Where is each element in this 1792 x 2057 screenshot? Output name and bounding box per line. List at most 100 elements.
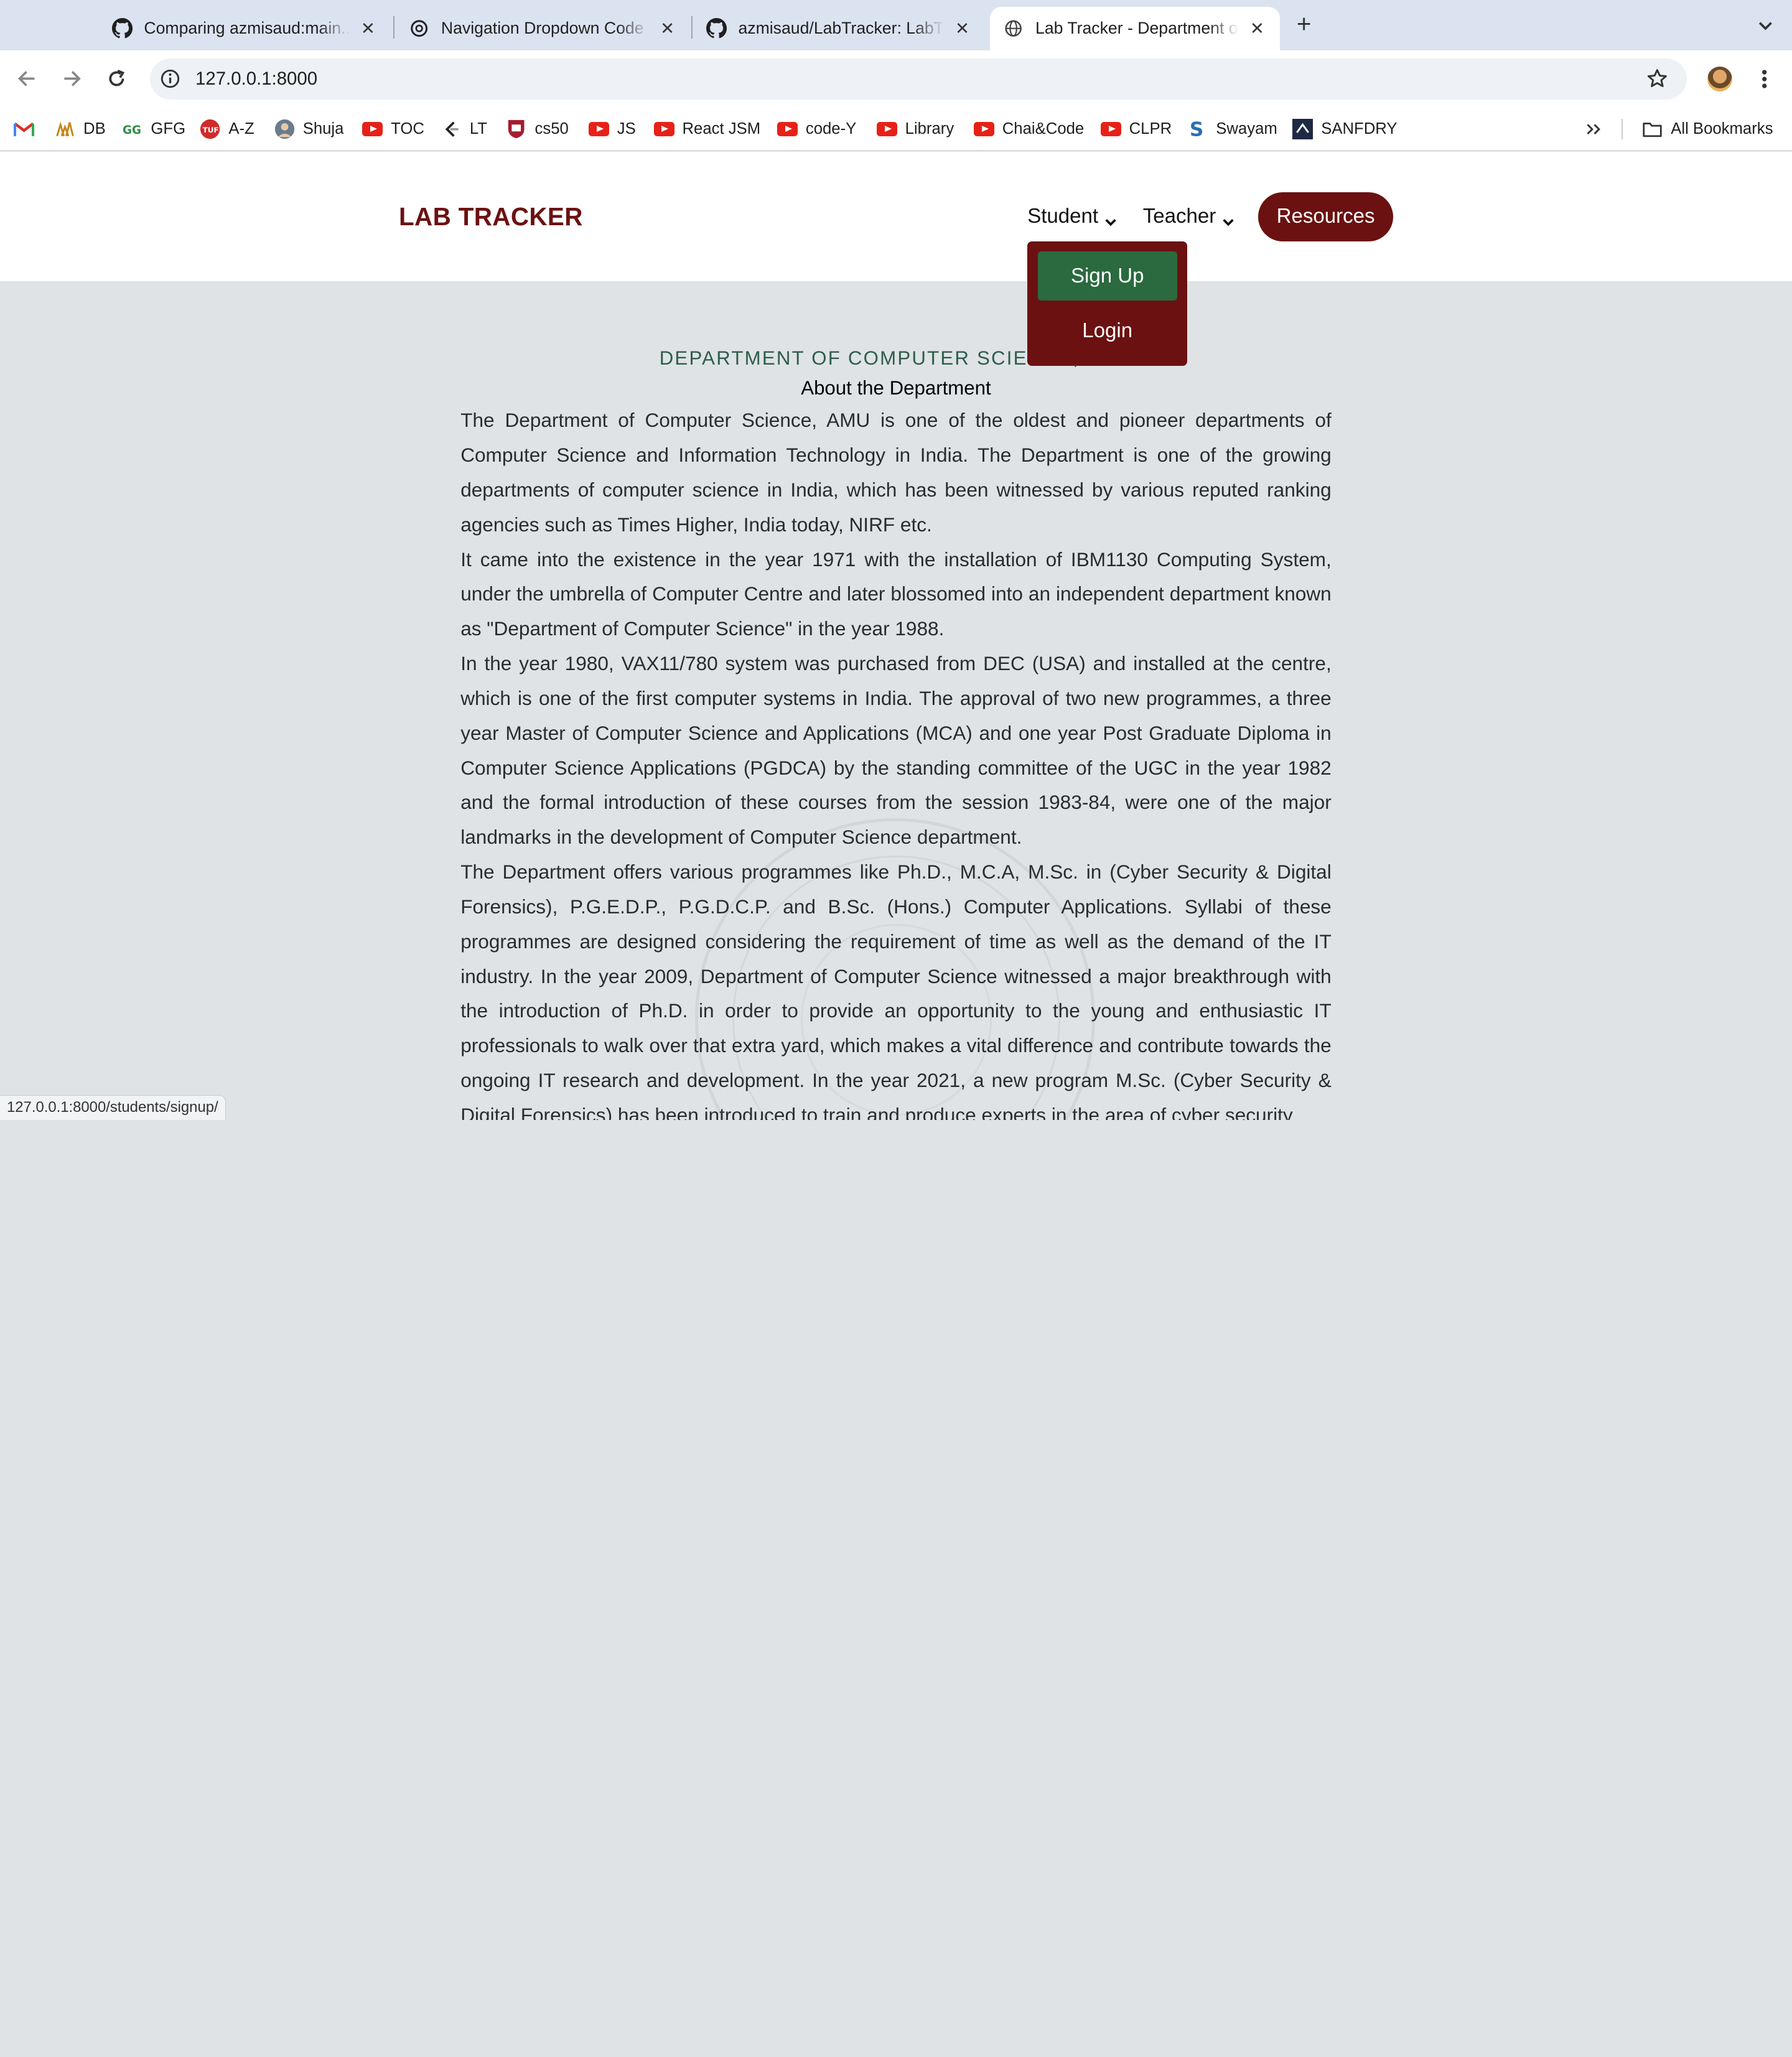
bookmark-chai-code[interactable]: Chai&Code (973, 119, 1085, 139)
bookmark-react-jsm[interactable]: React JSM (653, 119, 760, 139)
bookmark-gfg[interactable]: GG GFG (123, 119, 186, 139)
youtube-icon (777, 120, 798, 138)
about-heading: About the Department (801, 377, 991, 399)
bookmark-label: Chai&Code (1002, 120, 1085, 138)
close-icon[interactable]: ✕ (656, 19, 679, 39)
folder-icon (55, 120, 75, 138)
web-page: LAB TRACKER Student Teacher Resources Si… (0, 152, 1792, 1120)
tab-divider (393, 16, 394, 39)
chevron-down-icon (1221, 211, 1235, 226)
about-paragraph: It came into the existence in the year 1… (460, 548, 1332, 640)
nav-teacher-label: Teacher (1142, 204, 1216, 228)
signup-menu-item[interactable]: Sign Up (1037, 251, 1177, 301)
bookmark-label: cs50 (534, 120, 569, 138)
address-bar[interactable]: 127.0.0.1:8000 (149, 58, 1687, 100)
close-icon[interactable]: ✕ (951, 19, 974, 39)
status-bar-url: 127.0.0.1:8000/students/signup/ (0, 1094, 226, 1120)
site-header: LAB TRACKER Student Teacher Resources (0, 152, 1792, 281)
bookmark-star-icon[interactable] (1646, 67, 1669, 90)
youtube-icon (876, 120, 897, 138)
browser-toolbar: 127.0.0.1:8000 (0, 50, 1792, 108)
bookmark-label: Swayam (1216, 120, 1277, 138)
nav-student[interactable]: Student (1027, 205, 1118, 228)
tab-lab-tracker[interactable]: Lab Tracker - Department of C ✕ (989, 7, 1281, 50)
bookmark-code-y[interactable]: code-Y (777, 119, 856, 139)
gfg-icon: GG (123, 120, 143, 138)
swayam-icon: S (1187, 119, 1208, 139)
bookmark-lt[interactable]: LT (441, 119, 487, 139)
youtube-icon (1100, 120, 1121, 138)
bookmark-gmail[interactable] (14, 119, 42, 139)
menu-kebab-icon[interactable] (1755, 65, 1773, 93)
bookmark-label: SANFDRY (1321, 120, 1398, 138)
site-logo[interactable]: LAB TRACKER (399, 202, 583, 231)
bookmark-js[interactable]: JS (588, 119, 636, 139)
forward-icon[interactable] (57, 65, 85, 93)
globe-icon (1004, 18, 1024, 39)
tab-labtracker-repo[interactable]: azmisaud/LabTracker: LabTrac ✕ (693, 7, 985, 50)
youtube-icon (973, 120, 994, 138)
all-bookmarks[interactable]: All Bookmarks (1642, 119, 1773, 139)
bookmark-clpr[interactable]: CLPR (1100, 119, 1172, 139)
avatar-icon (274, 119, 295, 139)
close-icon[interactable]: ✕ (1246, 19, 1269, 39)
url-text: 127.0.0.1:8000 (195, 68, 318, 90)
gmail-icon (14, 120, 35, 138)
bookmark-shuja[interactable]: Shuja (274, 119, 344, 139)
nav-student-label: Student (1027, 204, 1099, 228)
profile-avatar[interactable] (1707, 66, 1733, 91)
svg-text:TUF: TUF (203, 126, 219, 134)
harvard-icon (506, 119, 527, 139)
bookmark-toc[interactable]: TOC (362, 119, 424, 139)
github-icon (111, 18, 133, 39)
bookmark-label: LT (469, 120, 487, 138)
close-icon[interactable]: ✕ (357, 19, 380, 39)
tab-navigation-dropdown[interactable]: Navigation Dropdown Code H ✕ (395, 7, 690, 50)
resources-button[interactable]: Resources (1258, 192, 1393, 241)
bookmark-label: Shuja (302, 120, 344, 138)
bookmark-a-z[interactable]: TUF A-Z (200, 119, 254, 139)
svg-text:GG: GG (123, 124, 141, 137)
bookmark-label: Library (905, 120, 954, 138)
tab-search-chevron-icon[interactable] (1754, 14, 1777, 37)
reload-icon[interactable] (103, 65, 130, 93)
about-paragraph: The Department of Computer Science, AMU … (460, 409, 1332, 536)
leetcode-icon (441, 120, 462, 138)
bookmarks-overflow-icon[interactable] (1584, 119, 1602, 139)
tab-title: azmisaud/LabTracker: LabTrac (738, 19, 945, 38)
bookmark-label: code-Y (805, 120, 857, 138)
bookmark-label: CLPR (1129, 120, 1172, 138)
login-menu-item[interactable]: Login (1038, 306, 1177, 355)
tuf-icon: TUF (200, 119, 220, 139)
folder-icon (1642, 120, 1663, 138)
bookmark-label: TOC (391, 120, 424, 138)
nav-teacher[interactable]: Teacher (1143, 205, 1236, 228)
tab-title: Comparing azmisaud:main...s (144, 19, 350, 38)
bookmark-label: DB (83, 120, 106, 138)
about-paragraph: The Department offers various programmes… (460, 861, 1332, 1120)
site-info-icon[interactable] (160, 68, 180, 89)
bookmark-db[interactable]: DB (55, 119, 106, 139)
bookmark-swayam[interactable]: S Swayam (1187, 119, 1277, 139)
bookmarks-divider (1622, 119, 1623, 140)
bookmark-label: GFG (151, 120, 186, 138)
bookmark-library[interactable]: Library (876, 119, 954, 139)
student-dropdown-menu: Sign Up Login (1027, 241, 1188, 366)
chevron-down-icon (1104, 211, 1118, 226)
svg-text:S: S (1190, 119, 1203, 139)
tab-title: Lab Tracker - Department of C (1035, 19, 1239, 38)
bookmark-label: A-Z (228, 120, 254, 138)
github-icon (706, 18, 727, 39)
youtube-icon (653, 120, 674, 138)
tab-comparing[interactable]: Comparing azmisaud:main...s ✕ (98, 7, 391, 50)
new-tab-button[interactable]: + (1291, 11, 1316, 36)
bookmark-label: JS (617, 120, 636, 138)
about-paragraph: In the year 1980, VAX11/780 system was p… (460, 652, 1332, 849)
youtube-icon (588, 120, 609, 138)
bookmarks-bar: DB GG GFG TUF A-Z Shuja TOC LT cs50 JS R… (0, 107, 1792, 151)
back-icon[interactable] (14, 65, 41, 93)
bookmark-label: All Bookmarks (1671, 120, 1773, 138)
bookmark-cs50[interactable]: cs50 (506, 119, 569, 139)
bookmark-sanfdry[interactable]: SANFDRY (1292, 119, 1398, 140)
browser-window: Comparing azmisaud:main...s ✕ Navigation… (0, 0, 1792, 1120)
